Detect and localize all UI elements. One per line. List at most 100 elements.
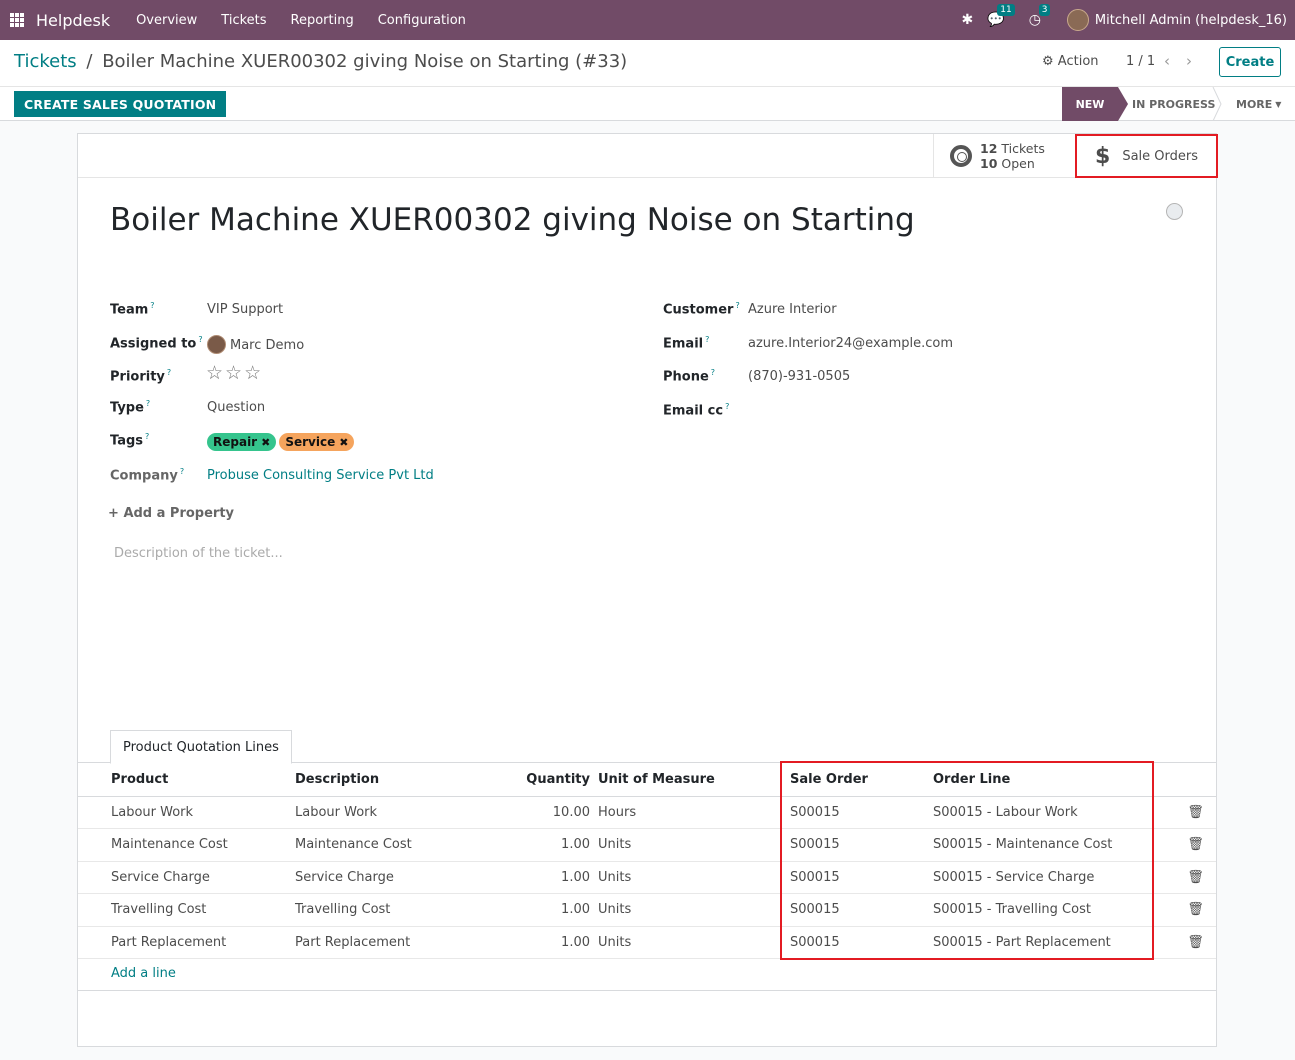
column-header-sale-order[interactable]: Sale Order	[790, 764, 933, 797]
stage-in-progress[interactable]: IN PROGRESS	[1132, 87, 1215, 121]
ticket-title[interactable]: Boiler Machine XUER00302 giving Noise on…	[110, 202, 915, 238]
phone-field[interactable]: (870)-931-0505	[748, 369, 850, 384]
row-uom[interactable]: Hours	[598, 796, 790, 829]
trash-icon[interactable]: 🗑	[1175, 796, 1216, 829]
row-uom[interactable]: Units	[598, 926, 790, 959]
table-row[interactable]: Travelling Cost Travelling Cost 1.00 Uni…	[78, 893, 1216, 927]
add-line-link[interactable]: Add a line	[111, 966, 176, 981]
tickets-smart-button[interactable]: 12 Tickets 10 Open	[933, 134, 1075, 178]
type-field[interactable]: Question	[207, 400, 265, 415]
row-description[interactable]: Part Replacement	[295, 926, 520, 959]
table-row[interactable]: Maintenance Cost Maintenance Cost 1.00 U…	[78, 828, 1216, 862]
row-uom[interactable]: Units	[598, 828, 790, 862]
bug-icon[interactable]: ✱	[962, 12, 974, 28]
action-menu-button[interactable]: ⚙ Action	[1042, 54, 1099, 69]
description-field[interactable]: Description of the ticket...	[114, 546, 283, 561]
create-sales-quotation-button[interactable]: CREATE SALES QUOTATION	[14, 91, 227, 117]
menu-tickets[interactable]: Tickets	[221, 13, 266, 28]
trash-icon[interactable]: 🗑	[1175, 893, 1216, 927]
priority-stars[interactable]: ☆☆☆	[206, 362, 263, 384]
activities-clock-icon[interactable]: ◷ 3	[1029, 4, 1051, 28]
assignee-name: Marc Demo	[230, 338, 305, 353]
breadcrumb-current: Boiler Machine XUER00302 giving Noise on…	[102, 51, 628, 72]
stage-more-dropdown[interactable]: MORE ▼	[1236, 87, 1281, 121]
row-quantity[interactable]: 1.00	[520, 861, 598, 894]
column-header-uom[interactable]: Unit of Measure	[598, 764, 790, 797]
row-description[interactable]: Service Charge	[295, 861, 520, 894]
remove-tag-icon[interactable]: ✖	[339, 436, 348, 449]
assigned-to-field[interactable]: Marc Demo	[207, 335, 304, 354]
row-order-line[interactable]: S00015 - Labour Work	[933, 796, 1175, 829]
row-sale-order[interactable]: S00015	[790, 828, 933, 862]
row-product[interactable]: Part Replacement	[111, 926, 295, 959]
tickets-label: Tickets	[1001, 141, 1045, 156]
breadcrumb: Tickets / Boiler Machine XUER00302 givin…	[14, 51, 627, 72]
sale-orders-smart-button[interactable]: $ Sale Orders	[1075, 134, 1218, 178]
row-uom[interactable]: Units	[598, 861, 790, 894]
row-product[interactable]: Travelling Cost	[111, 893, 295, 927]
row-uom[interactable]: Units	[598, 893, 790, 927]
row-order-line[interactable]: S00015 - Part Replacement	[933, 926, 1175, 959]
kanban-state-circle[interactable]	[1166, 203, 1183, 220]
column-header-quantity[interactable]: Quantity	[520, 764, 598, 797]
customer-field[interactable]: Azure Interior	[748, 302, 837, 317]
row-sale-order[interactable]: S00015	[790, 796, 933, 829]
stage-separator	[1212, 87, 1222, 121]
pager-previous-icon[interactable]: ‹	[1164, 52, 1170, 70]
column-header-product[interactable]: Product	[111, 764, 295, 797]
user-name: Mitchell Admin (helpdesk_16)	[1094, 12, 1287, 28]
column-header-order-line[interactable]: Order Line	[933, 764, 1175, 797]
row-quantity[interactable]: 1.00	[520, 926, 598, 959]
table-row[interactable]: Labour Work Labour Work 10.00 Hours S000…	[78, 796, 1216, 829]
priority-label: Priority?	[110, 368, 172, 385]
breadcrumb-tickets-link[interactable]: Tickets	[14, 51, 77, 72]
create-button[interactable]: Create	[1219, 47, 1281, 77]
column-header-description[interactable]: Description	[295, 764, 520, 797]
remove-tag-icon[interactable]: ✖	[261, 436, 270, 449]
open-label: Open	[1001, 156, 1035, 171]
smart-button-box: 12 Tickets 10 Open $ Sale Orders	[78, 134, 1218, 178]
email-cc-label: Email cc?	[663, 402, 730, 419]
tags-label: Tags?	[110, 432, 150, 449]
user-menu[interactable]: Mitchell Admin (helpdesk_16)	[1066, 9, 1287, 31]
tab-product-quotation-lines[interactable]: Product Quotation Lines	[110, 730, 292, 764]
row-order-line[interactable]: S00015 - Maintenance Cost	[933, 828, 1175, 862]
trash-icon[interactable]: 🗑	[1175, 861, 1216, 894]
menu-configuration[interactable]: Configuration	[378, 13, 466, 28]
pager-value[interactable]: 1 / 1	[1126, 54, 1155, 69]
row-sale-order[interactable]: S00015	[790, 861, 933, 894]
row-sale-order[interactable]: S00015	[790, 893, 933, 927]
row-product[interactable]: Labour Work	[111, 796, 295, 829]
row-description[interactable]: Travelling Cost	[295, 893, 520, 927]
row-product[interactable]: Service Charge	[111, 861, 295, 894]
app-name[interactable]: Helpdesk	[36, 11, 110, 30]
table-row[interactable]: Part Replacement Part Replacement 1.00 U…	[78, 926, 1216, 959]
row-order-line[interactable]: S00015 - Travelling Cost	[933, 893, 1175, 927]
company-field[interactable]: Probuse Consulting Service Pvt Ltd	[207, 468, 434, 483]
menu-reporting[interactable]: Reporting	[291, 13, 354, 28]
tags-field[interactable]: Repair ✖ Service ✖	[207, 433, 357, 451]
row-quantity[interactable]: 1.00	[520, 828, 598, 862]
apps-grid-icon[interactable]	[10, 13, 24, 27]
row-quantity[interactable]: 1.00	[520, 893, 598, 927]
assigned-to-label: Assigned to?	[110, 335, 203, 352]
row-description[interactable]: Labour Work	[295, 796, 520, 829]
row-order-line[interactable]: S00015 - Service Charge	[933, 861, 1175, 894]
stage-new[interactable]: NEW	[1062, 87, 1128, 121]
team-field[interactable]: VIP Support	[207, 302, 283, 317]
trash-icon[interactable]: 🗑	[1175, 828, 1216, 862]
add-property-button[interactable]: + Add a Property	[108, 506, 234, 521]
row-description[interactable]: Maintenance Cost	[295, 828, 520, 862]
company-label: Company?	[110, 467, 185, 484]
table-row[interactable]: Service Charge Service Charge 1.00 Units…	[78, 861, 1216, 894]
email-cc-field[interactable]	[748, 402, 1048, 420]
menu-overview[interactable]: Overview	[136, 13, 197, 28]
email-field[interactable]: azure.Interior24@example.com	[748, 336, 953, 351]
row-sale-order[interactable]: S00015	[790, 926, 933, 959]
row-product[interactable]: Maintenance Cost	[111, 828, 295, 862]
pager-next-icon[interactable]: ›	[1186, 52, 1192, 70]
messages-icon[interactable]: 💬 11	[987, 4, 1015, 28]
phone-label: Phone?	[663, 368, 716, 385]
row-quantity[interactable]: 10.00	[520, 796, 598, 829]
trash-icon[interactable]: 🗑	[1175, 926, 1216, 959]
